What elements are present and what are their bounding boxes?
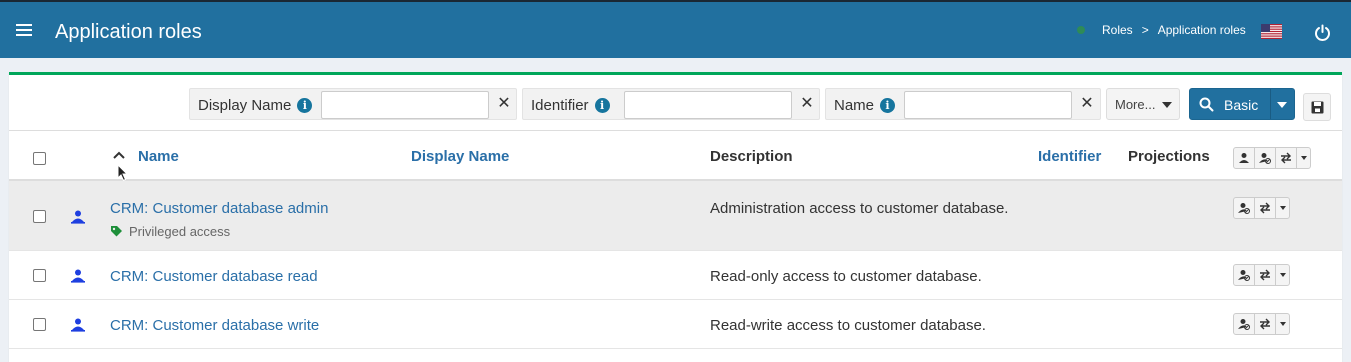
row-select-checkbox[interactable]: [33, 210, 46, 223]
top-navbar: Application roles Roles > Application ro…: [0, 0, 1351, 58]
role-name-link[interactable]: CRM: Customer database write: [110, 317, 319, 334]
user-remove-icon: [1259, 153, 1271, 164]
recompute-button[interactable]: [1255, 314, 1276, 334]
menu-toggle-icon[interactable]: [16, 24, 32, 36]
select-all-checkbox[interactable]: [33, 152, 46, 165]
role-name-link[interactable]: CRM: Customer database admin: [110, 200, 328, 217]
search-bar: Display Name i ✕ Identifier i ✕ Name i ✕…: [9, 75, 1342, 131]
role-icon: [71, 210, 85, 224]
role-description: Administration access to customer databa…: [710, 200, 1009, 217]
recompute-button[interactable]: [1255, 198, 1276, 218]
page-title: Application roles: [55, 21, 202, 43]
breadcrumb-item-roles[interactable]: Roles: [1102, 23, 1133, 37]
identifier-search-input[interactable]: [624, 91, 792, 119]
role-icon: [71, 318, 85, 332]
us-flag-icon[interactable]: [1261, 24, 1282, 39]
name-search-input[interactable]: [904, 91, 1072, 119]
chevron-down-icon: [1162, 102, 1172, 108]
role-description: Read-write access to customer database.: [710, 317, 986, 334]
search-mode-dropdown-icon[interactable]: [1277, 102, 1287, 108]
column-header-display-name[interactable]: Display Name: [411, 148, 509, 165]
exchange-icon: [1260, 202, 1270, 214]
more-actions-dropdown[interactable]: [1276, 198, 1289, 218]
roles-table-panel: Display Name i ✕ Identifier i ✕ Name i ✕…: [9, 72, 1342, 362]
display-name-search-input[interactable]: [321, 91, 489, 119]
unassign-user-button[interactable]: [1234, 314, 1255, 334]
row-actions-group: [1233, 264, 1290, 286]
breadcrumb: Roles > Application roles: [1076, 23, 1246, 37]
row-actions-group: [1233, 313, 1290, 335]
privileged-access-tag: Privileged access: [110, 224, 230, 239]
user-icon: [1239, 153, 1249, 163]
mouse-pointer-icon: [117, 164, 129, 182]
logout-power-icon[interactable]: [1314, 24, 1331, 41]
row-select-checkbox[interactable]: [33, 269, 46, 282]
sort-ascending-icon[interactable]: [113, 150, 125, 160]
recompute-button[interactable]: [1255, 265, 1276, 285]
chevron-down-icon: [1279, 273, 1286, 277]
row-actions-group: [1233, 197, 1290, 219]
role-icon: [71, 269, 85, 283]
breadcrumb-item-application-roles: Application roles: [1157, 23, 1246, 37]
exchange-icon: [1260, 269, 1270, 281]
info-icon[interactable]: i: [297, 98, 313, 113]
info-icon[interactable]: i: [594, 98, 610, 113]
more-actions-dropdown[interactable]: [1276, 314, 1289, 334]
roles-icon: [1077, 26, 1085, 34]
exchange-icon: [1260, 318, 1270, 330]
search-icon: [1199, 97, 1214, 112]
chevron-down-icon: [1279, 322, 1286, 326]
role-name-link[interactable]: CRM: Customer database read: [110, 268, 318, 285]
table-row[interactable]: CRM: Customer database read Read-only ac…: [9, 251, 1342, 300]
more-filters-label: More...: [1115, 97, 1156, 112]
exchange-icon: [1281, 152, 1291, 164]
chevron-down-icon: [1279, 206, 1286, 210]
clear-identifier-icon[interactable]: ✕: [795, 93, 819, 115]
column-header-description: Description: [710, 148, 793, 165]
clear-display-name-icon[interactable]: ✕: [492, 93, 516, 115]
user-remove-icon: [1238, 270, 1250, 281]
role-description: Read-only access to customer database.: [710, 268, 982, 285]
column-header-name[interactable]: Name: [138, 148, 179, 165]
assign-user-button[interactable]: [1234, 148, 1255, 168]
header-actions-group: [1233, 147, 1311, 169]
more-actions-dropdown[interactable]: [1276, 265, 1289, 285]
recompute-button[interactable]: [1276, 148, 1297, 168]
info-icon[interactable]: i: [880, 98, 896, 113]
tag-icon: [111, 226, 122, 237]
basic-search-label: Basic: [1224, 97, 1259, 113]
user-remove-icon: [1238, 203, 1250, 214]
save-search-button[interactable]: [1303, 93, 1331, 121]
unassign-user-button[interactable]: [1255, 148, 1276, 168]
save-icon: [1311, 101, 1324, 114]
clear-name-icon[interactable]: ✕: [1075, 93, 1099, 115]
column-header-projections: Projections: [1128, 148, 1210, 165]
row-select-checkbox[interactable]: [33, 318, 46, 331]
more-filters-button[interactable]: More...: [1106, 88, 1180, 120]
search-field-name: Name i ✕: [825, 88, 1101, 120]
user-remove-icon: [1238, 319, 1250, 330]
unassign-user-button[interactable]: [1234, 198, 1255, 218]
name-search-label: Name: [834, 97, 875, 114]
chevron-down-icon: [1300, 156, 1307, 160]
tag-label: Privileged access: [129, 224, 231, 239]
basic-search-button[interactable]: Basic: [1189, 88, 1295, 120]
identifier-search-label: Identifier: [531, 97, 589, 114]
display-name-search-label: Display Name: [198, 97, 292, 114]
more-actions-dropdown[interactable]: [1297, 148, 1310, 168]
unassign-user-button[interactable]: [1234, 265, 1255, 285]
table-row[interactable]: CRM: Customer database admin Privileged …: [9, 181, 1342, 251]
search-field-display-name: Display Name i ✕: [189, 88, 517, 120]
breadcrumb-separator: >: [1141, 23, 1149, 37]
table-header: Name Display Name Description Identifier…: [9, 131, 1342, 181]
search-field-identifier: Identifier i ✕: [522, 88, 820, 120]
column-header-identifier[interactable]: Identifier: [1038, 148, 1101, 165]
table-row[interactable]: CRM: Customer database write Read-write …: [9, 300, 1342, 349]
